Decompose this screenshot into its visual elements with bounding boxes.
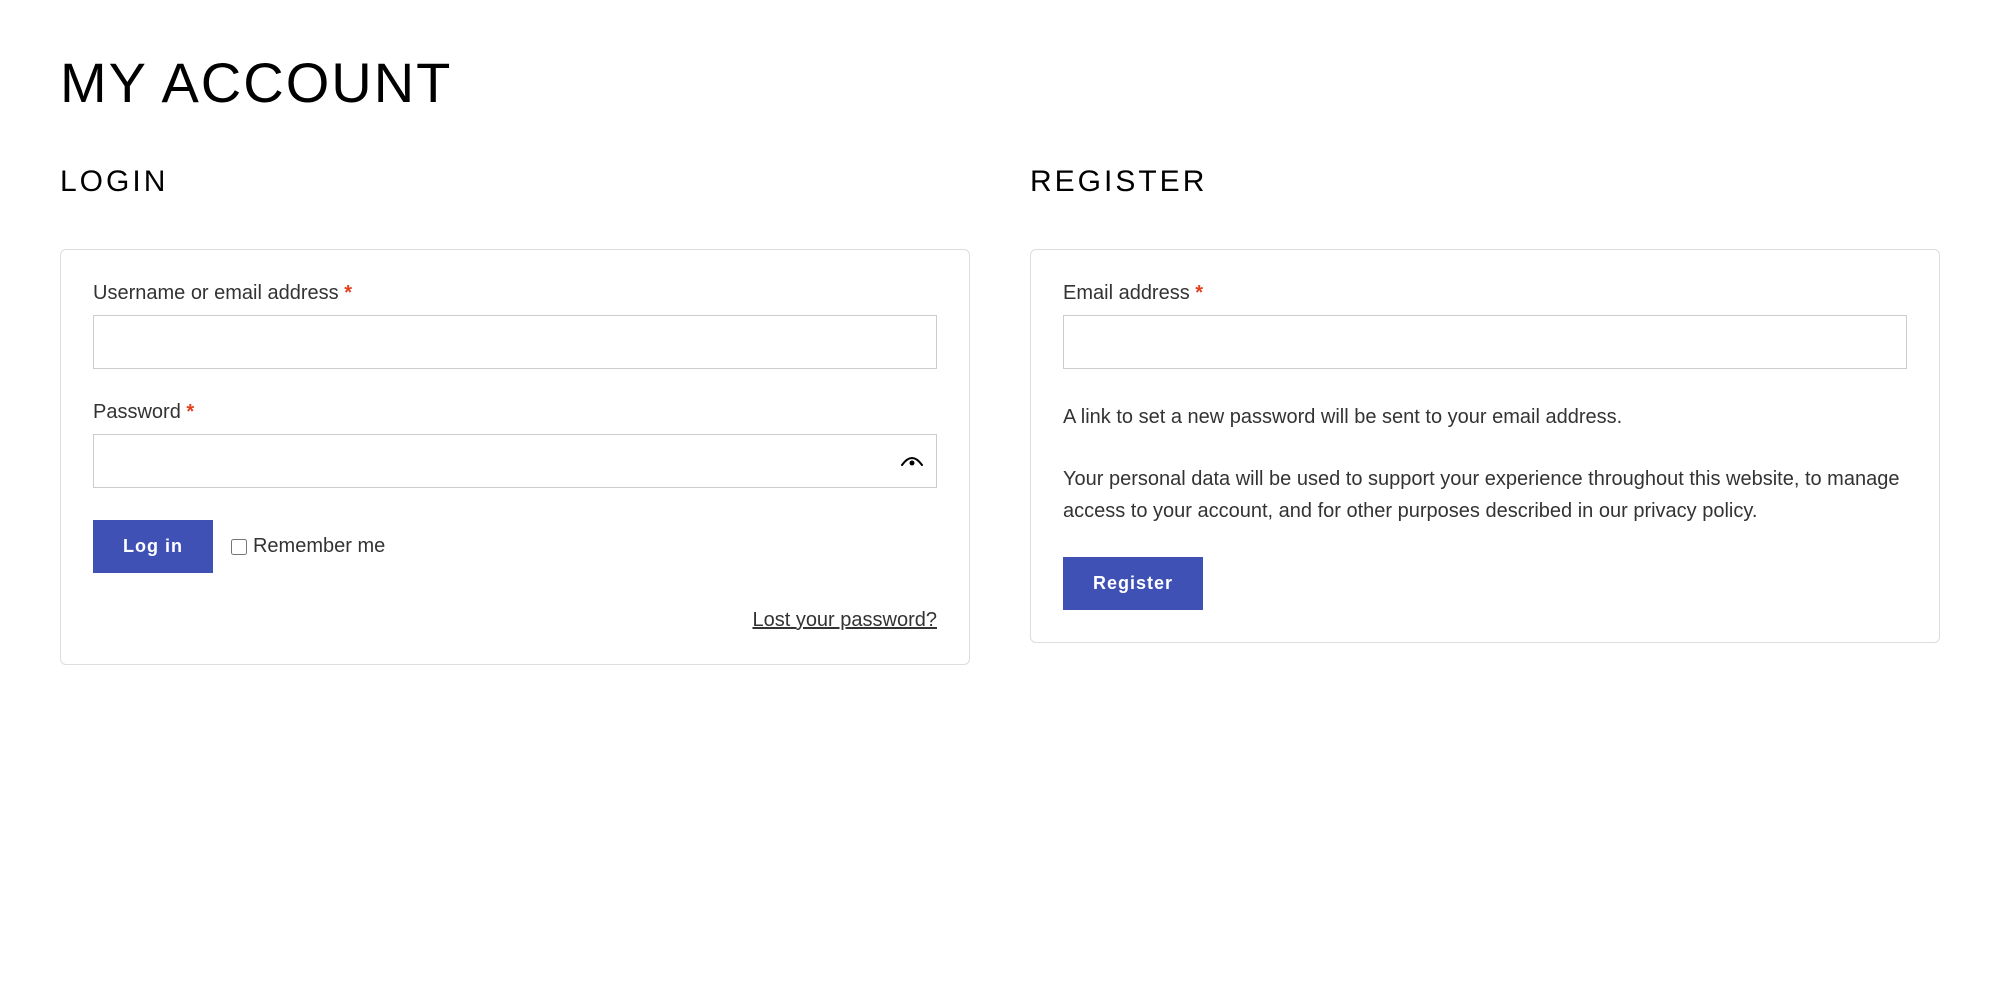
page-title: MY ACCOUNT	[60, 50, 1940, 115]
login-button[interactable]: Log in	[93, 520, 213, 573]
login-form: Username or email address * Password *	[60, 249, 970, 665]
lost-password-wrap: Lost your password?	[93, 609, 937, 632]
username-label: Username or email address *	[93, 282, 937, 305]
login-action-row: Log in Remember me	[93, 520, 937, 573]
username-label-text: Username or email address	[93, 282, 344, 304]
register-form: Email address * A link to set a new pass…	[1030, 249, 1940, 643]
register-title: REGISTER	[1030, 165, 1940, 199]
register-column: REGISTER Email address * A link to set a…	[1030, 165, 1940, 665]
username-row: Username or email address *	[93, 282, 937, 369]
email-label: Email address *	[1063, 282, 1907, 305]
show-password-toggle[interactable]	[901, 455, 923, 467]
password-input[interactable]	[93, 434, 937, 488]
password-input-wrapper	[93, 434, 937, 488]
username-input[interactable]	[93, 315, 937, 369]
privacy-info: Your personal data will be used to suppo…	[1063, 463, 1907, 527]
email-label-text: Email address	[1063, 282, 1195, 304]
email-row: Email address *	[1063, 282, 1907, 369]
register-button[interactable]: Register	[1063, 557, 1203, 610]
password-label-text: Password	[93, 401, 186, 423]
remember-me-wrap[interactable]: Remember me	[231, 535, 385, 558]
remember-me-checkbox[interactable]	[231, 539, 247, 555]
account-columns: LOGIN Username or email address * Passwo…	[60, 165, 1940, 665]
remember-me-label: Remember me	[253, 535, 385, 558]
password-label: Password *	[93, 401, 937, 424]
password-link-info: A link to set a new password will be sen…	[1063, 401, 1907, 433]
email-input[interactable]	[1063, 315, 1907, 369]
eye-icon	[901, 455, 923, 467]
password-row: Password *	[93, 401, 937, 488]
required-mark: *	[186, 401, 194, 423]
lost-password-link[interactable]: Lost your password?	[752, 609, 937, 631]
register-button-wrap: Register	[1063, 557, 1907, 610]
required-mark: *	[1195, 282, 1203, 304]
login-title: LOGIN	[60, 165, 970, 199]
required-mark: *	[344, 282, 352, 304]
login-column: LOGIN Username or email address * Passwo…	[60, 165, 970, 665]
